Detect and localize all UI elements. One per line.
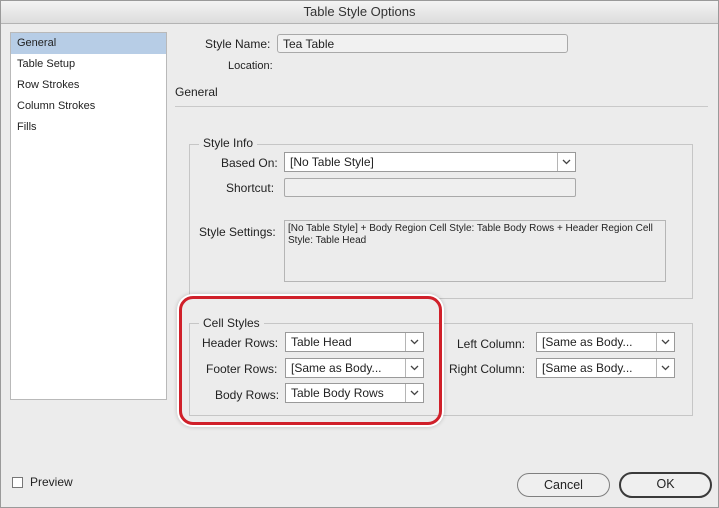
ok-button[interactable]: OK [619, 472, 712, 498]
sidebar-item-column-strokes[interactable]: Column Strokes [11, 96, 166, 117]
left-column-value: [Same as Body... [542, 335, 633, 349]
left-column-dropdown[interactable]: [Same as Body... [536, 332, 675, 352]
location-label: Location: [228, 60, 273, 72]
style-name-field[interactable]: Tea Table [277, 34, 568, 53]
style-info-title: Style Info [199, 136, 258, 150]
right-column-label: Right Column: [449, 362, 526, 376]
style-settings-description: [No Table Style] + Body Region Cell Styl… [284, 220, 666, 282]
chevron-down-icon [656, 359, 674, 377]
sidebar-item-general[interactable]: General [11, 33, 166, 54]
style-settings-label: Style Settings: [199, 225, 276, 239]
preview-label: Preview [30, 475, 73, 489]
right-column-dropdown[interactable]: [Same as Body... [536, 358, 675, 378]
chevron-down-icon [557, 153, 575, 171]
shortcut-label: Shortcut: [226, 181, 275, 195]
cell-styles-highlight [179, 296, 442, 425]
based-on-label: Based On: [221, 156, 278, 170]
sidebar-item-table-setup[interactable]: Table Setup [11, 54, 166, 75]
based-on-dropdown[interactable]: [No Table Style] [284, 152, 576, 172]
sidebar-item-fills[interactable]: Fills [11, 117, 166, 138]
cancel-button[interactable]: Cancel [517, 473, 610, 497]
style-name-label: Style Name: [205, 37, 271, 51]
sidebar-item-row-strokes[interactable]: Row Strokes [11, 75, 166, 96]
table-style-options-dialog: Table Style Options General Table Setup … [0, 0, 719, 508]
chevron-down-icon [656, 333, 674, 351]
based-on-value: [No Table Style] [290, 155, 374, 169]
section-divider [175, 106, 708, 107]
section-title-general: General [175, 85, 218, 99]
sidebar: General Table Setup Row Strokes Column S… [10, 32, 167, 400]
preview-checkbox[interactable] [12, 477, 23, 488]
shortcut-field[interactable] [284, 178, 576, 197]
window-title: Table Style Options [1, 1, 718, 24]
right-column-value: [Same as Body... [542, 361, 633, 375]
left-column-label: Left Column: [457, 337, 526, 351]
